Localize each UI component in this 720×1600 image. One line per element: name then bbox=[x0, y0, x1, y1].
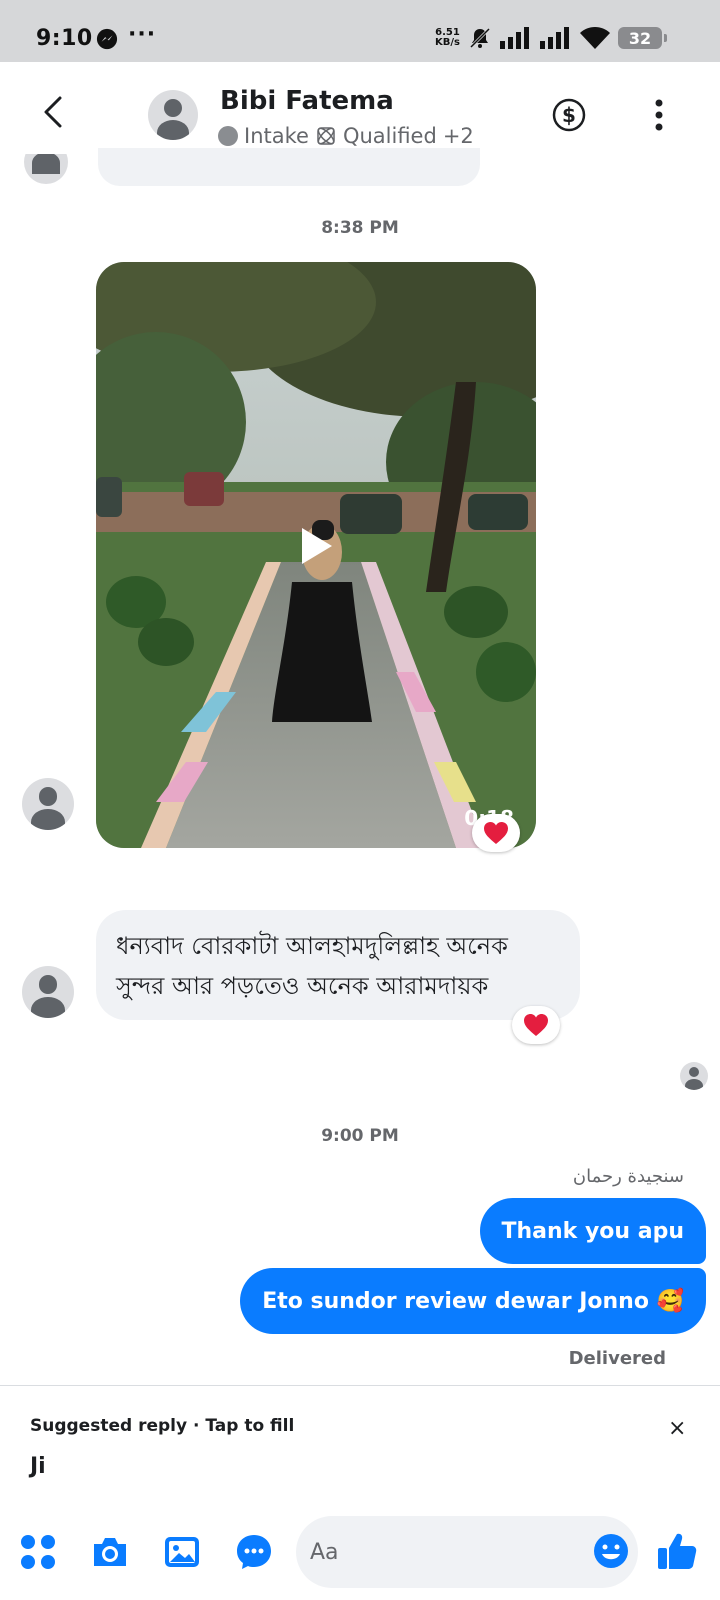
status-bar: 9:10 ··· 6.51 KB/s 32 bbox=[0, 0, 720, 62]
thumbs-up-icon[interactable] bbox=[656, 1530, 698, 1572]
outgoing-message-bubble[interactable]: Thank you apu bbox=[479, 1198, 706, 1264]
gallery-icon[interactable] bbox=[162, 1532, 202, 1572]
tag-more-count: +2 bbox=[442, 124, 474, 148]
close-suggestion-button[interactable]: × bbox=[668, 1416, 686, 1441]
more-options-icon[interactable] bbox=[654, 98, 664, 132]
svg-text:$: $ bbox=[562, 103, 576, 127]
chat-bubble-icon[interactable] bbox=[234, 1532, 274, 1572]
sender-avatar[interactable] bbox=[22, 966, 74, 1018]
messenger-notification-icon bbox=[96, 28, 118, 50]
divider bbox=[0, 1385, 720, 1386]
outgoing-message-bubble[interactable]: Eto sundor review dewar Jonno 🥰 bbox=[240, 1268, 706, 1334]
heart-icon bbox=[524, 1014, 548, 1036]
contact-tags[interactable]: Intake Qualified +2 bbox=[218, 124, 474, 148]
apps-grid-icon[interactable] bbox=[18, 1532, 58, 1572]
battery-indicator: 32 bbox=[618, 27, 667, 49]
incoming-message-bubble[interactable]: ধন্যবাদ বোরকাটা আলহামদুলিল্লাহ অনেক সুন্… bbox=[96, 910, 580, 1020]
message-input-placeholder: Aa bbox=[310, 1539, 339, 1565]
play-icon[interactable] bbox=[294, 524, 338, 568]
delivery-status: Delivered bbox=[568, 1348, 666, 1369]
signal-icon-2 bbox=[540, 27, 569, 49]
heart-icon bbox=[484, 822, 508, 844]
tag-intake: Intake bbox=[244, 124, 309, 148]
seen-indicator-avatar bbox=[680, 1062, 708, 1090]
payment-dollar-icon[interactable]: $ bbox=[552, 98, 586, 132]
camera-icon[interactable] bbox=[90, 1532, 130, 1572]
conversation-header: Bibi Fatema Intake Qualified +2 $ bbox=[0, 62, 720, 162]
network-speed: 6.51 KB/s bbox=[435, 27, 460, 48]
message-composer: Aa bbox=[0, 1508, 720, 1600]
reply-sender-name: سنجيدة رحمان bbox=[572, 1166, 684, 1187]
sender-avatar[interactable] bbox=[22, 778, 74, 830]
contact-name[interactable]: Bibi Fatema bbox=[220, 86, 394, 116]
suggested-reply-label: Suggested reply · Tap to fill bbox=[30, 1416, 295, 1436]
back-arrow-icon[interactable] bbox=[36, 90, 72, 134]
qualified-tag-icon bbox=[317, 127, 335, 145]
contact-avatar[interactable] bbox=[148, 90, 198, 140]
previous-message-avatar bbox=[24, 154, 68, 186]
intake-tag-icon bbox=[218, 126, 238, 146]
tag-qualified: Qualified bbox=[342, 124, 437, 148]
suggested-reply-text[interactable]: Ji bbox=[30, 1454, 46, 1479]
signal-icon bbox=[500, 27, 529, 49]
emoji-icon[interactable] bbox=[592, 1532, 630, 1570]
heart-reaction[interactable] bbox=[472, 814, 520, 852]
timestamp: 8:38 PM bbox=[321, 218, 399, 238]
message-input[interactable]: Aa bbox=[296, 1516, 638, 1588]
status-time: 9:10 bbox=[36, 26, 93, 51]
status-indicators: 6.51 KB/s 32 bbox=[435, 26, 667, 50]
timestamp: 9:00 PM bbox=[321, 1126, 399, 1146]
mute-bell-icon bbox=[469, 27, 491, 49]
heart-reaction[interactable] bbox=[512, 1006, 560, 1044]
wifi-icon bbox=[580, 27, 610, 49]
video-message[interactable]: 0:18 bbox=[96, 262, 536, 848]
previous-message-bubble[interactable] bbox=[98, 148, 480, 186]
status-overflow-dots: ··· bbox=[128, 22, 157, 47]
